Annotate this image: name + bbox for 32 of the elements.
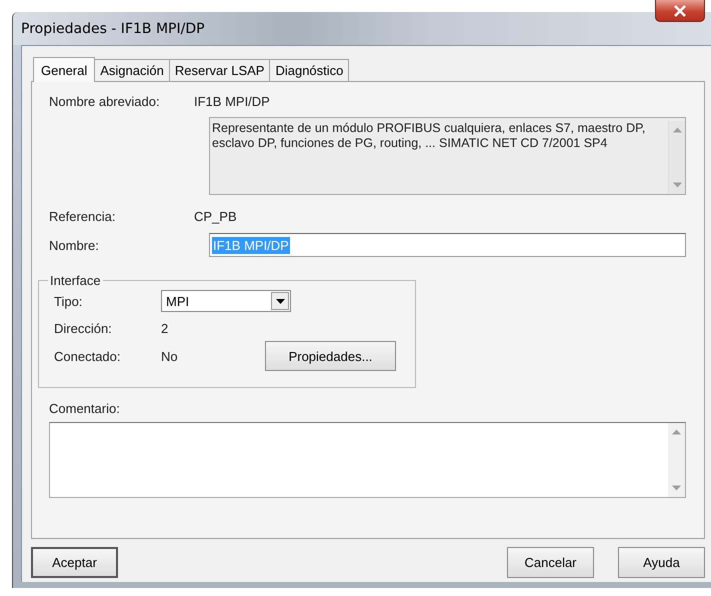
tab[interactable]: General (33, 57, 96, 82)
scroll-up-icon[interactable] (672, 127, 682, 133)
field-label: Referencia: (49, 209, 116, 224)
field-value: 2 (161, 321, 168, 336)
dialog-button[interactable]: Cancelar (507, 547, 594, 578)
dialog-button[interactable]: Aceptar (31, 547, 118, 578)
dropdown-arrow-icon (276, 298, 284, 304)
field-label: Nombre: (49, 238, 100, 252)
group-title: Interface (49, 273, 102, 288)
field-value: IF1B MPI/DP (194, 94, 270, 109)
comment-field[interactable] (49, 422, 686, 498)
scroll-down-icon[interactable] (672, 182, 682, 188)
field-label: Dirección: (54, 321, 113, 336)
tab[interactable]: Diagnóstico (269, 59, 350, 81)
type-dropdown[interactable]: MPI (161, 290, 291, 312)
scrollbar[interactable] (668, 121, 685, 194)
description-text: Representante de un módulo PROFIBUS cualquiera, enlaces S7, maestro DP, esclavo DP, funciones de PG, routing, ... SIMATIC NET CD 7/2001 SP4 (212, 121, 646, 152)
field-value: CP_PB (194, 209, 237, 224)
close-button[interactable] (655, 0, 705, 22)
close-icon (673, 4, 687, 16)
window-title: Propiedades - IF1B MPI/DP (21, 20, 205, 36)
properties-button[interactable]: Propiedades... (265, 341, 396, 371)
field-label: Comentario: (49, 401, 121, 416)
tab[interactable]: Asignación (94, 59, 170, 81)
field-label: Tipo: (54, 294, 84, 308)
dialog-button[interactable]: Ayuda (618, 547, 705, 578)
field-value: No (161, 348, 179, 364)
field-label: Nombre abreviado: (49, 94, 161, 109)
scrollbar[interactable] (668, 423, 685, 497)
scroll-down-icon[interactable] (672, 485, 681, 491)
scroll-up-icon[interactable] (672, 429, 681, 435)
field-label: Conectado: (54, 348, 122, 364)
